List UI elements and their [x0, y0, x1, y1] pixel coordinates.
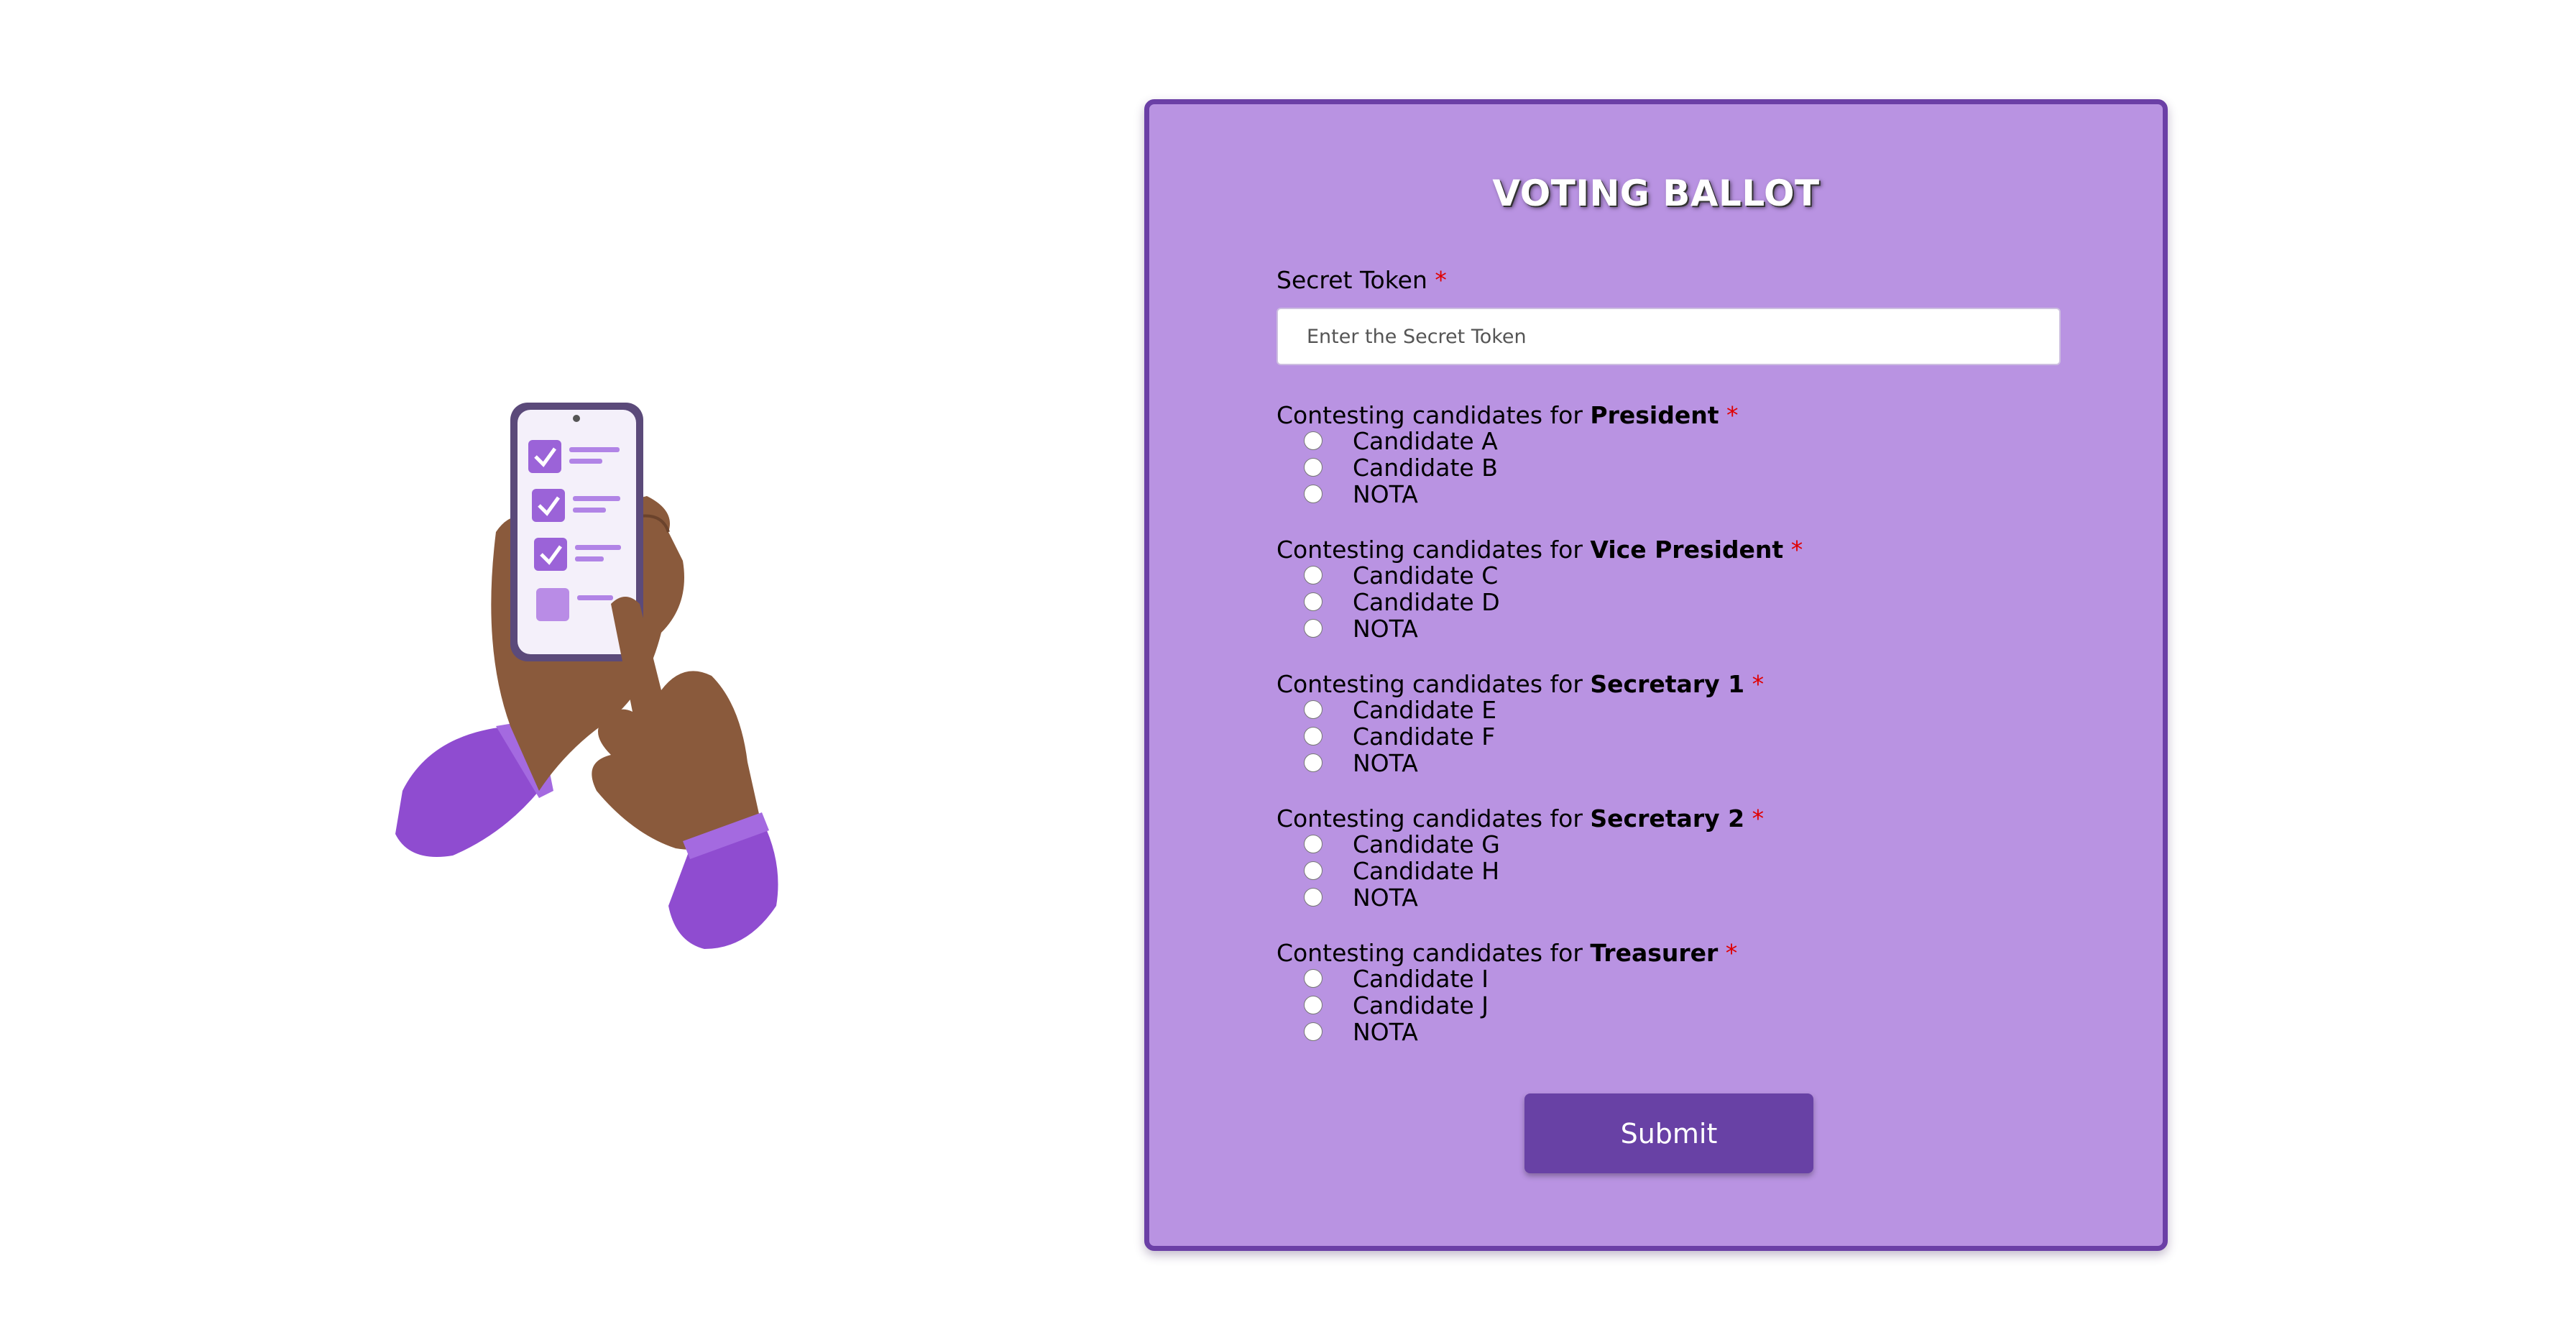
- voting-ballot-form: VOTING BALLOT Secret Token * Contesting …: [1144, 99, 2168, 1251]
- position-label-prefix: Contesting candidates for: [1276, 804, 1591, 833]
- secret-token-input[interactable]: [1276, 308, 2061, 365]
- candidate-option[interactable]: NOTA: [1304, 883, 1418, 912]
- candidate-label: NOTA: [1353, 480, 1418, 508]
- position-name: Secretary 1: [1590, 670, 1745, 698]
- candidate-label: NOTA: [1353, 748, 1418, 777]
- candidate-label: NOTA: [1353, 1017, 1418, 1046]
- position-name: Vice President: [1590, 536, 1784, 564]
- candidate-label: NOTA: [1353, 883, 1418, 912]
- candidate-radio[interactable]: [1304, 835, 1322, 853]
- candidate-option[interactable]: Candidate G: [1304, 830, 1500, 858]
- candidate-option[interactable]: Candidate F: [1304, 722, 1496, 751]
- required-asterisk: *: [1790, 536, 1803, 564]
- candidate-label: Candidate C: [1353, 561, 1499, 590]
- position-label: Contesting candidates for President *: [1276, 401, 1738, 429]
- required-asterisk: *: [1752, 804, 1765, 833]
- position-label-prefix: Contesting candidates for: [1276, 401, 1591, 429]
- position-label: Contesting candidates for Secretary 2 *: [1276, 804, 1764, 833]
- position-label-prefix: Contesting candidates for: [1276, 670, 1591, 698]
- candidate-option[interactable]: Candidate J: [1304, 991, 1489, 1019]
- required-asterisk: *: [1435, 266, 1447, 294]
- required-asterisk: *: [1726, 401, 1739, 429]
- candidate-option[interactable]: Candidate B: [1304, 453, 1498, 482]
- position-label-prefix: Contesting candidates for: [1276, 939, 1591, 967]
- candidate-radio[interactable]: [1304, 566, 1322, 584]
- voting-phone-illustration: [395, 403, 778, 949]
- candidate-radio[interactable]: [1304, 727, 1322, 746]
- candidate-option[interactable]: Candidate E: [1304, 695, 1497, 724]
- candidate-option[interactable]: Candidate A: [1304, 426, 1498, 455]
- candidate-label: Candidate B: [1353, 453, 1498, 482]
- secret-token-label: Secret Token *: [1276, 266, 1447, 294]
- required-asterisk: *: [1752, 670, 1765, 698]
- candidate-radio[interactable]: [1304, 888, 1322, 907]
- candidate-option[interactable]: Candidate C: [1304, 561, 1499, 590]
- position-label: Contesting candidates for Vice President…: [1276, 536, 1803, 564]
- candidate-radio[interactable]: [1304, 1022, 1322, 1041]
- secret-token-label-text: Secret Token: [1276, 266, 1427, 294]
- candidate-option[interactable]: Candidate D: [1304, 587, 1500, 616]
- candidate-radio[interactable]: [1304, 458, 1322, 477]
- required-asterisk: *: [1725, 939, 1738, 967]
- candidate-radio[interactable]: [1304, 431, 1322, 450]
- candidate-radio[interactable]: [1304, 861, 1322, 880]
- candidate-option[interactable]: NOTA: [1304, 614, 1418, 643]
- candidate-option[interactable]: NOTA: [1304, 748, 1418, 777]
- position-label: Contesting candidates for Secretary 1 *: [1276, 670, 1764, 698]
- candidate-label: Candidate J: [1353, 991, 1489, 1019]
- candidate-label: Candidate I: [1353, 964, 1489, 993]
- candidate-option[interactable]: NOTA: [1304, 1017, 1418, 1046]
- position-name: Secretary 2: [1590, 804, 1745, 833]
- candidate-radio[interactable]: [1304, 753, 1322, 772]
- candidate-radio[interactable]: [1304, 592, 1322, 611]
- candidate-option[interactable]: NOTA: [1304, 480, 1418, 508]
- position-label: Contesting candidates for Treasurer *: [1276, 939, 1737, 967]
- candidate-label: Candidate D: [1353, 587, 1500, 616]
- right-hand: [592, 597, 762, 850]
- submit-button[interactable]: Submit: [1524, 1093, 1813, 1173]
- candidate-option[interactable]: Candidate H: [1304, 856, 1500, 885]
- ballot-title: VOTING BALLOT: [1492, 173, 1820, 214]
- candidate-radio[interactable]: [1304, 700, 1322, 719]
- candidate-label: Candidate H: [1353, 856, 1500, 885]
- candidate-label: NOTA: [1353, 614, 1418, 643]
- position-name: Treasurer: [1590, 939, 1719, 967]
- candidate-option[interactable]: Candidate I: [1304, 964, 1489, 993]
- candidate-label: Candidate F: [1353, 722, 1496, 751]
- candidate-label: Candidate G: [1353, 830, 1500, 858]
- candidate-radio[interactable]: [1304, 969, 1322, 988]
- candidate-label: Candidate A: [1353, 426, 1498, 455]
- candidate-label: Candidate E: [1353, 695, 1497, 724]
- candidate-radio[interactable]: [1304, 996, 1322, 1014]
- candidate-radio[interactable]: [1304, 619, 1322, 638]
- candidate-radio[interactable]: [1304, 485, 1322, 503]
- position-name: President: [1590, 401, 1719, 429]
- position-label-prefix: Contesting candidates for: [1276, 536, 1591, 564]
